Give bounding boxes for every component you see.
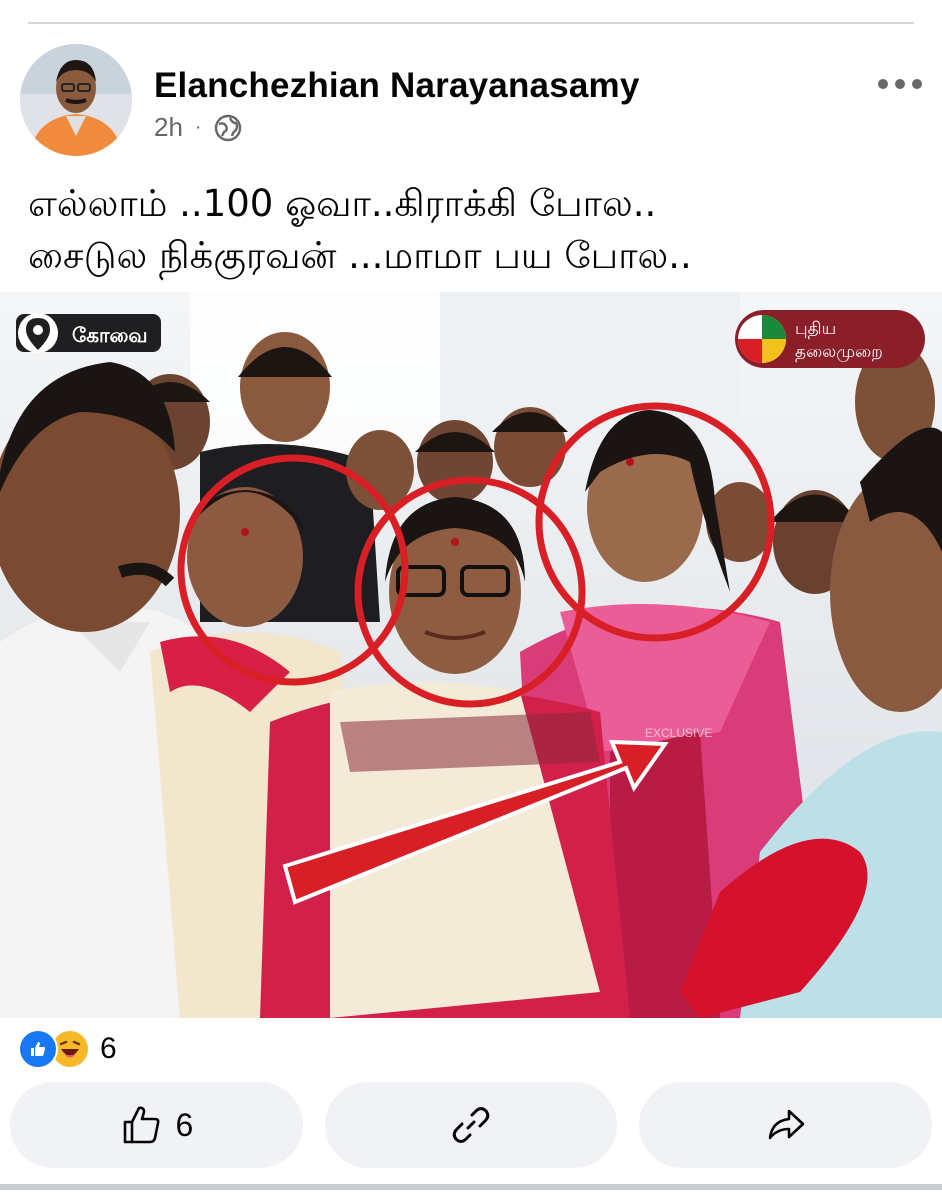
more-dot-icon (912, 79, 922, 89)
channel-logo-line1: புதிய (795, 319, 836, 339)
location-tag-text: கோவை (72, 323, 148, 347)
post-caption: எல்லாம் ..100 ஓவா..கிராக்கி போல.. சைடுல … (28, 178, 914, 282)
thumbs-up-icon (124, 1106, 160, 1144)
caption-line: எல்லாம் ..100 ஓவா..கிராக்கி போல.. (28, 182, 657, 225)
location-tag: கோவை (16, 313, 161, 353)
like-reaction-icon (18, 1029, 58, 1069)
more-dot-icon (895, 79, 905, 89)
channel-logo-line2: தலைமுறை (795, 342, 883, 362)
reaction-count: 6 (100, 1032, 117, 1065)
share-arrow-icon (768, 1109, 804, 1140)
avatar[interactable] (20, 44, 132, 156)
meta-separator: · (194, 116, 202, 138)
globe-icon (214, 114, 241, 141)
post-header: Elanchezhian Narayanasamy 2h · (20, 44, 922, 159)
more-dot-icon (878, 79, 888, 89)
post-time[interactable]: 2h (154, 112, 183, 143)
top-divider (28, 22, 914, 24)
copy-link-button[interactable] (324, 1082, 618, 1168)
like-count: 6 (175, 1106, 194, 1143)
post-meta: 2h · (154, 112, 242, 143)
more-options-button[interactable] (878, 72, 922, 96)
link-icon (452, 1107, 490, 1143)
action-bar: 6 (10, 1082, 933, 1168)
reaction-summary[interactable]: 6 (18, 1029, 117, 1069)
channel-logo: புதிய தலைமுறை (735, 310, 925, 368)
share-button[interactable] (639, 1082, 933, 1168)
post-photo[interactable]: கோவை புதிய தலைமுறை EXCLUSIVE (0, 292, 942, 1018)
bottom-divider (0, 1184, 942, 1190)
author-name[interactable]: Elanchezhian Narayanasamy (154, 66, 640, 106)
watermark: EXCLUSIVE (645, 726, 712, 740)
like-button[interactable]: 6 (10, 1082, 303, 1168)
caption-line: சைடுல நிக்குரவன் ...மாமா பய போல.. (28, 234, 692, 277)
